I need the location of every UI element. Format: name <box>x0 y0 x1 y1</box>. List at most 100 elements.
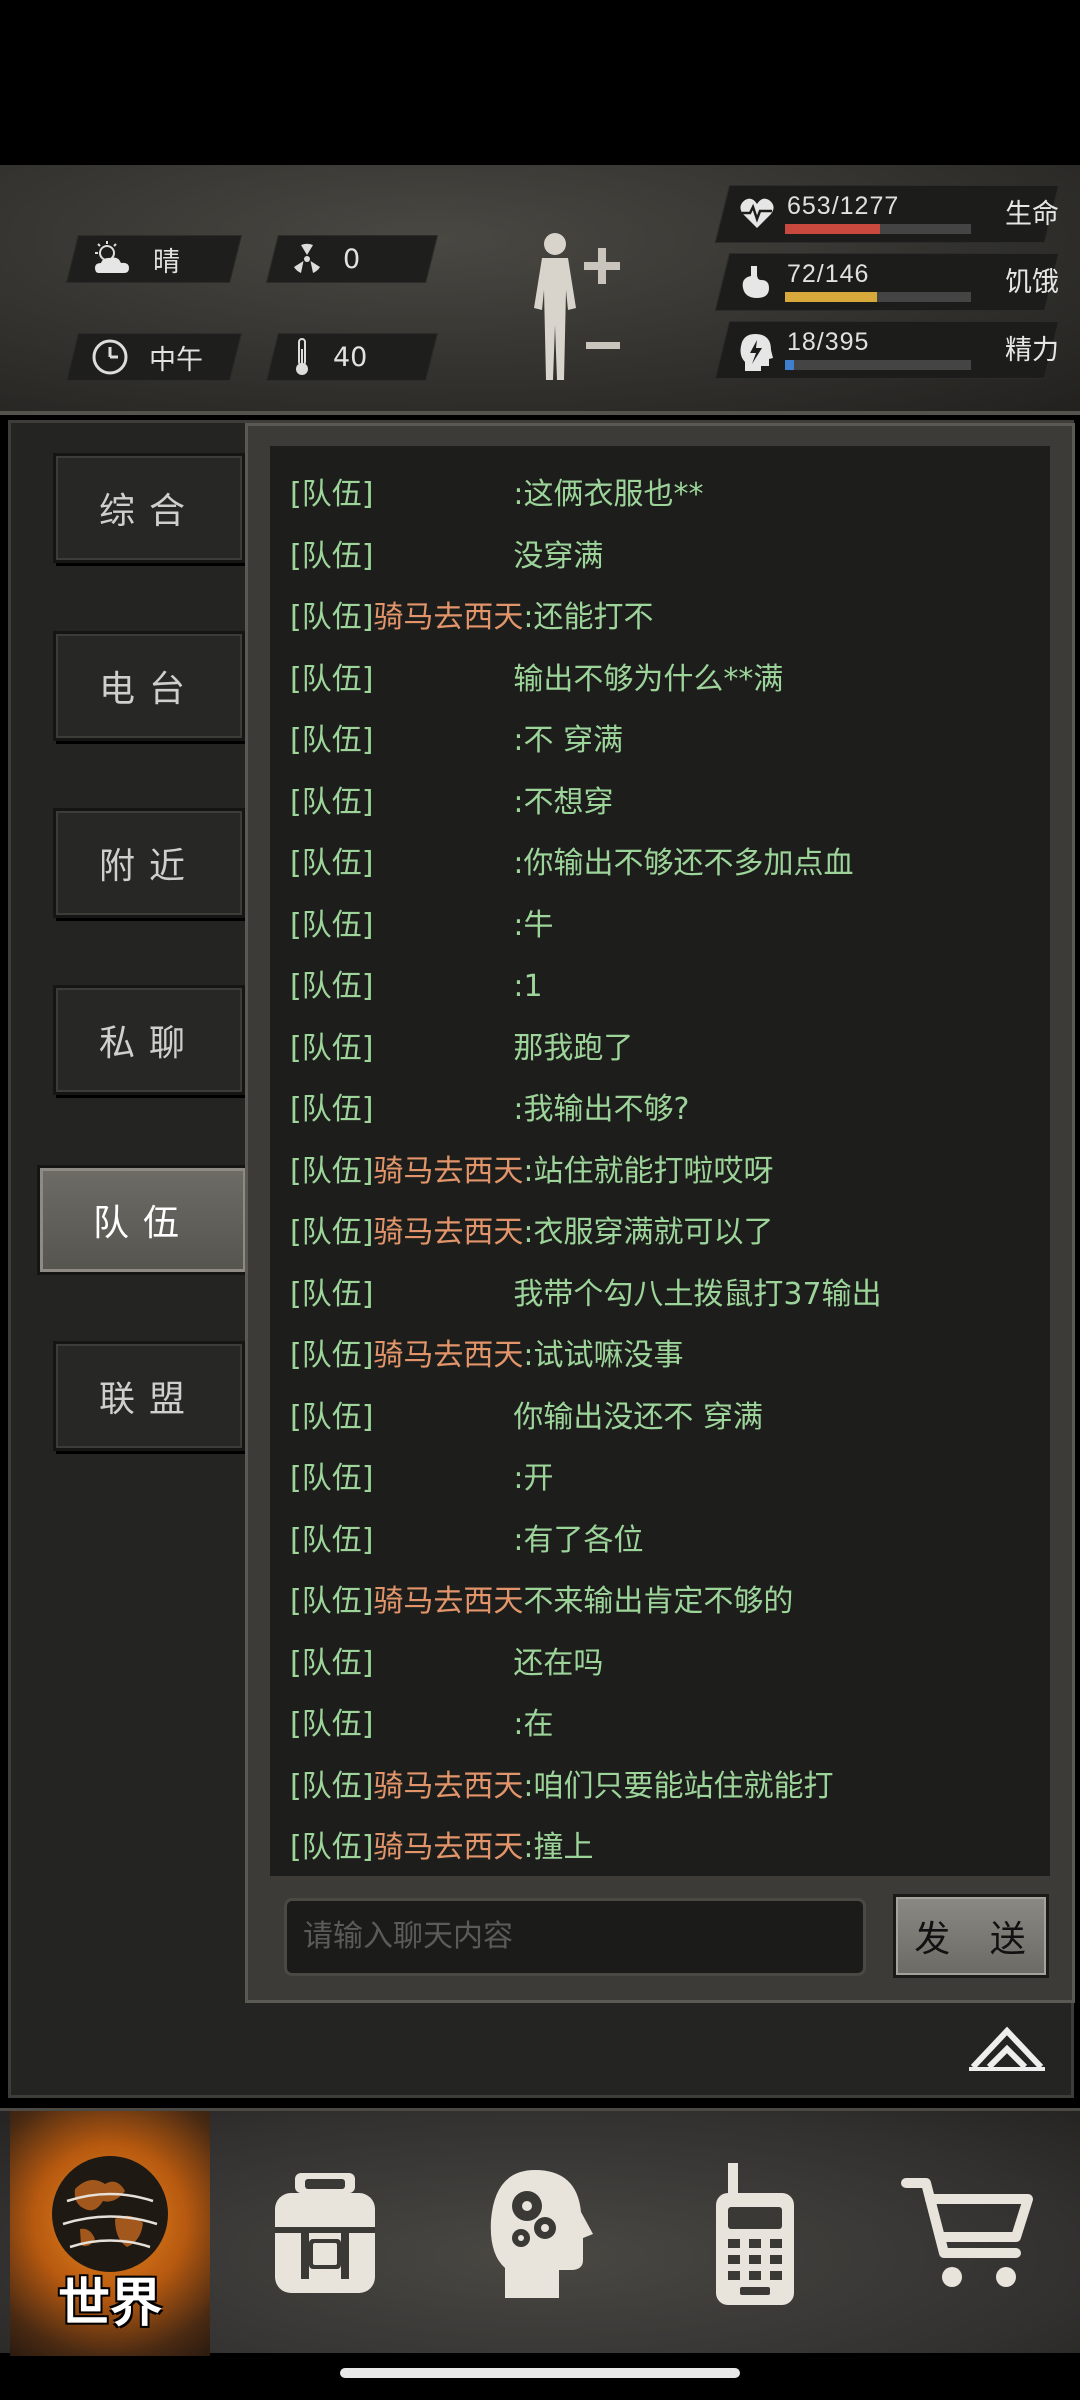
redacted-sender <box>373 771 514 833</box>
sender-name[interactable]: 骑马去西天 <box>373 1338 523 1373</box>
radiation-pill: 0 <box>266 235 438 283</box>
stat-value: 72/146 <box>787 260 870 288</box>
nav-shop[interactable] <box>870 2111 1070 2356</box>
message-text: 那我跑了 <box>513 1030 634 1066</box>
channel-tag: [队伍] <box>290 538 374 574</box>
redacted-sender <box>373 710 514 772</box>
channel-tag: [队伍] <box>290 1461 374 1496</box>
chat-message: [队伍] 那我跑了 <box>270 1017 1050 1079</box>
collapse-chevron-icon[interactable] <box>969 2023 1045 2073</box>
temperature-value: 40 <box>333 341 368 373</box>
sender-name[interactable]: 骑马去西天 <box>373 1154 523 1189</box>
chat-message: [队伍] :不想穿 <box>270 771 1050 833</box>
redacted-sender <box>373 1448 514 1510</box>
redacted-sender <box>373 1017 514 1079</box>
chat-message: [队伍] 我带个勾八土拨鼠打37输出 <box>270 1263 1050 1325</box>
message-text: :还能打不 <box>523 600 654 635</box>
chat-message: [队伍] 还在吗 <box>270 1632 1050 1694</box>
tab-1[interactable]: 电台 <box>53 631 245 741</box>
stomach-icon <box>739 264 773 306</box>
chat-message: [队伍] :1 <box>270 956 1050 1018</box>
tab-0[interactable]: 综合 <box>53 453 245 563</box>
message-text: :这俩衣服也** <box>513 477 704 512</box>
channel-tag: [队伍] <box>290 846 374 881</box>
weather-text: 晴 <box>153 246 180 278</box>
stat-value: 653/1277 <box>787 192 900 220</box>
tab-5[interactable]: 联盟 <box>53 1341 245 1451</box>
sender-name[interactable]: 骑马去西天 <box>373 1584 523 1619</box>
redacted-sender <box>373 894 514 956</box>
temperature-pill: 40 <box>266 333 438 381</box>
globe-icon <box>52 2155 168 2272</box>
tab-3[interactable]: 私聊 <box>53 985 245 1095</box>
nav-inventory[interactable] <box>225 2111 425 2356</box>
message-text: 我带个勾八土拨鼠打37输出 <box>513 1276 882 1312</box>
stat-label: 饥饿 <box>1005 267 1059 298</box>
chat-message: [队伍]骑马去西天:衣服穿满就可以了 <box>270 1202 1050 1264</box>
skills-head-icon <box>490 2169 593 2298</box>
time-of-day-text: 中午 <box>149 344 203 376</box>
cart-icon <box>901 2177 1033 2287</box>
chat-message: [队伍] :这俩衣服也** <box>270 464 1050 526</box>
message-text: 你输出没还不 穿满 <box>513 1399 763 1435</box>
message-text: :衣服穿满就可以了 <box>523 1215 774 1250</box>
channel-tag: [队伍] <box>290 907 374 943</box>
message-text: 输出不够为什么**满 <box>513 661 784 697</box>
message-text: :不 穿满 <box>513 723 624 758</box>
message-text: 还在吗 <box>513 1645 604 1681</box>
stat-fill <box>785 360 794 370</box>
redacted-sender <box>373 1694 514 1756</box>
radiation-icon <box>294 243 320 273</box>
channel-tag: [队伍] <box>290 1522 374 1558</box>
radiation-value: 0 <box>343 243 361 275</box>
message-text: :站住就能打啦哎呀 <box>523 1153 774 1189</box>
nav-world[interactable]: 世界 <box>10 2111 210 2356</box>
message-text: :撞上 <box>523 1830 594 1865</box>
body-status-button[interactable] <box>520 230 630 385</box>
chat-message: [队伍] :不 穿满 <box>270 710 1050 772</box>
heart-pulse-icon <box>739 196 775 234</box>
stat-label: 精力 <box>1005 335 1059 366</box>
chat-message: [队伍]骑马去西天:撞上 <box>270 1817 1050 1876</box>
chat-message-list[interactable]: [队伍] :这俩衣服也** [队伍] 没穿满 [队伍]骑马去西天:还能打不 [队伍] … <box>270 446 1050 1876</box>
message-text: 不来输出肯定不够的 <box>523 1584 794 1619</box>
channel-tag: [队伍] <box>290 1399 374 1435</box>
tab-2[interactable]: 附近 <box>53 808 245 918</box>
chat-message: [队伍] :在 <box>270 1694 1050 1756</box>
message-text: :在 <box>513 1707 554 1742</box>
send-button[interactable]: 发 送 <box>893 1894 1049 1978</box>
chat-message: [队伍]骑马去西天:试试嘛没事 <box>270 1325 1050 1387</box>
stat-value: 18/395 <box>787 328 870 356</box>
channel-tag: [队伍] <box>290 600 374 635</box>
channel-tag: [队伍] <box>290 1645 374 1681</box>
redacted-sender <box>373 956 514 1018</box>
channel-tag: [队伍] <box>290 1707 374 1742</box>
chat-input[interactable]: 请输入聊天内容 <box>284 1898 866 1976</box>
message-text: :咱们只要能站住就能打 <box>523 1768 834 1804</box>
tab-4[interactable]: 队伍 <box>37 1165 249 1275</box>
sender-name[interactable]: 骑马去西天 <box>373 1215 523 1250</box>
channel-tag: [队伍] <box>290 1030 374 1066</box>
chat-message: [队伍]骑马去西天不来输出肯定不够的 <box>270 1571 1050 1633</box>
stat-track <box>785 360 971 370</box>
nav-radio[interactable] <box>655 2111 855 2356</box>
sender-name[interactable]: 骑马去西天 <box>373 1830 523 1865</box>
stat-bar-0: 653/1277 生命 <box>714 185 1060 243</box>
partly-cloudy-icon <box>95 241 129 273</box>
head-energy-icon <box>739 332 773 376</box>
home-indicator <box>340 2368 740 2378</box>
sender-name[interactable]: 骑马去西天 <box>373 1769 523 1804</box>
nav-skills[interactable] <box>440 2111 640 2356</box>
channel-tag: [队伍] <box>290 1276 374 1312</box>
channel-tag: [队伍] <box>290 1584 374 1619</box>
stat-bar-2: 18/395 精力 <box>714 321 1060 379</box>
redacted-sender <box>373 833 514 895</box>
message-text: 没穿满 <box>513 538 604 574</box>
redacted-sender <box>373 1386 514 1448</box>
redacted-sender <box>373 525 514 587</box>
chat-message: [队伍] :有了各位 <box>270 1509 1050 1571</box>
bottom-nav: 世界 <box>0 2108 1080 2356</box>
stat-track <box>785 224 971 234</box>
redacted-sender <box>373 1632 514 1694</box>
sender-name[interactable]: 骑马去西天 <box>373 600 523 635</box>
